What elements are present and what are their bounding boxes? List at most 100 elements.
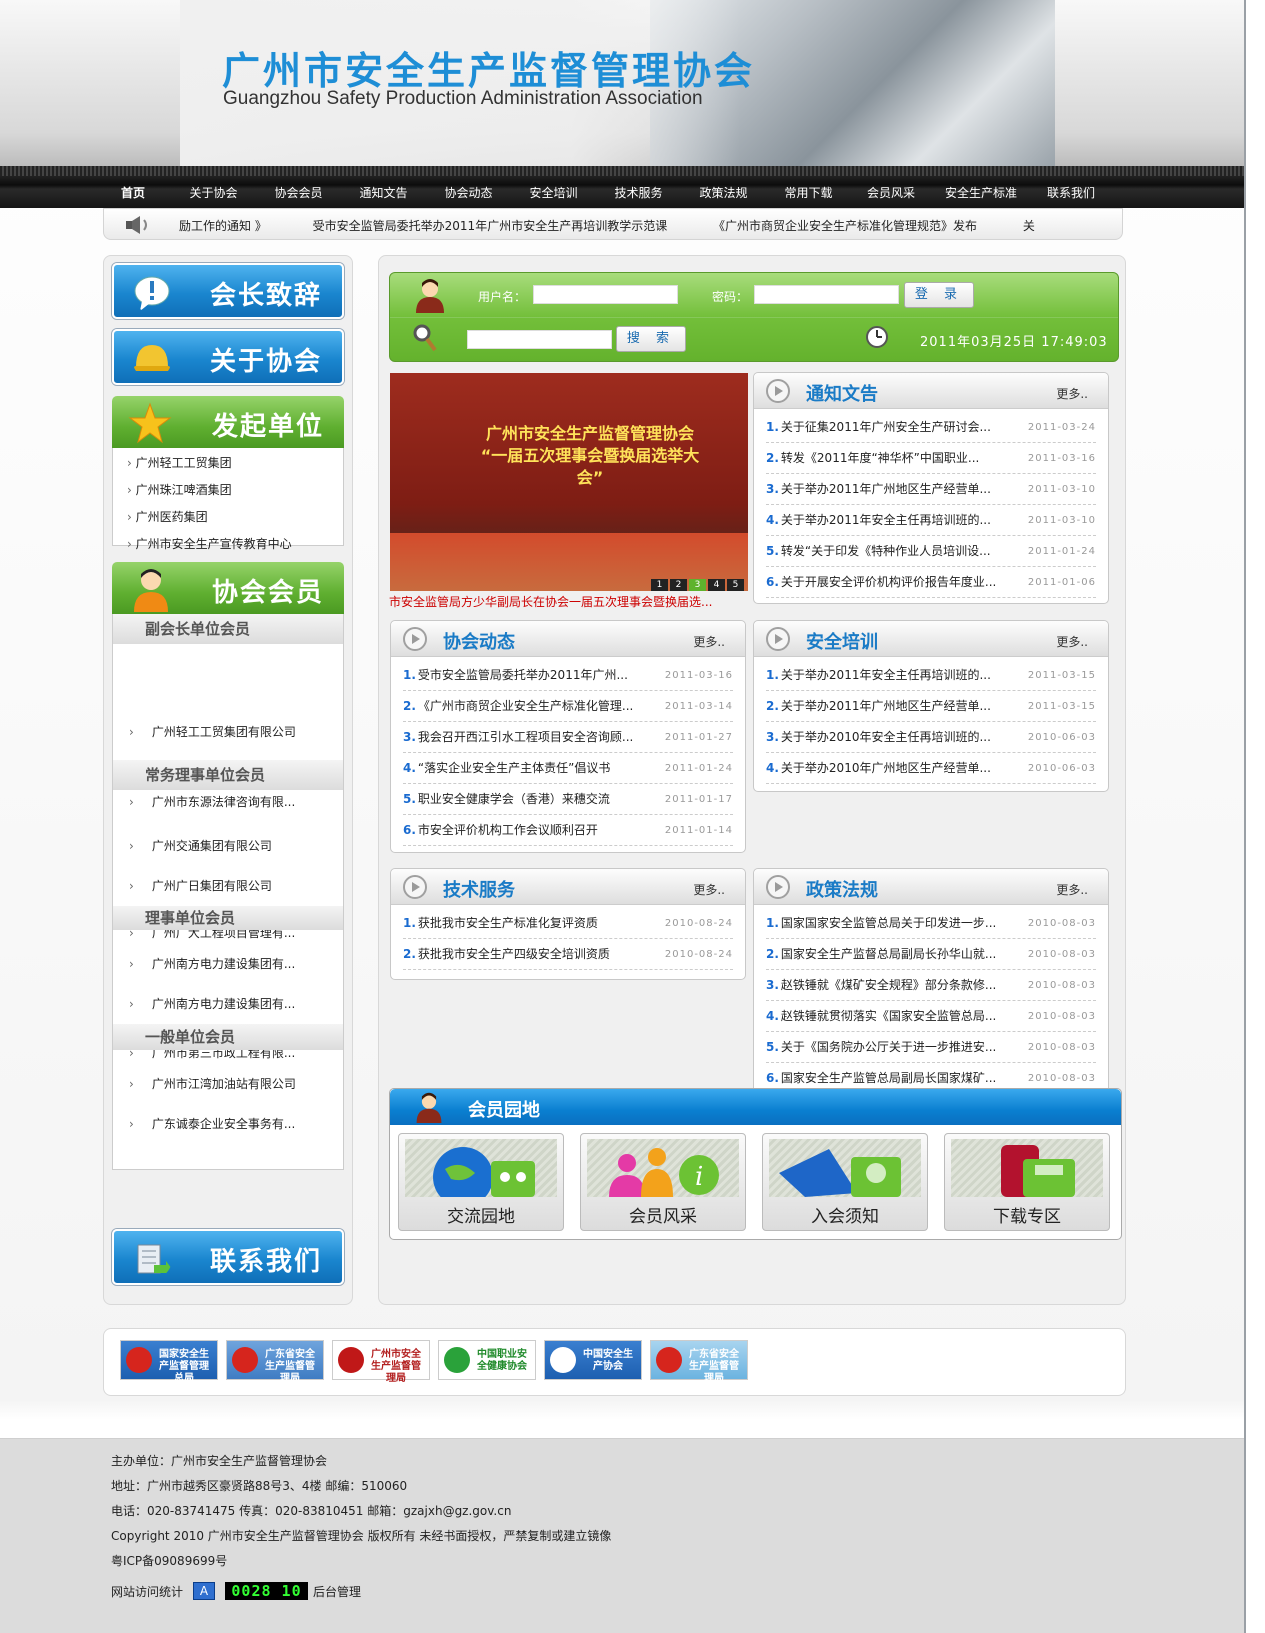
- list-item[interactable]: 1. 关于征集2011年广州安全生产研讨会... 2011-03-24: [766, 412, 1096, 443]
- partner-logo-link[interactable]: 广东省安全生产监督管理局: [650, 1340, 748, 1384]
- list-item[interactable]: 5. 转发“关于印发《特种作业人员培训设... 2011-01-24: [766, 536, 1096, 567]
- president-speech-button[interactable]: 会长致辞: [112, 263, 344, 319]
- arrow-circle-icon: [403, 875, 427, 899]
- member-item[interactable]: › 广州市江湾加油站有限公司: [113, 1064, 343, 1104]
- national-emblem-icon: [126, 1347, 152, 1373]
- list-item[interactable]: 1. 关于举办2011年安全主任再培训班的... 2011-03-15: [766, 660, 1096, 691]
- slide-page-2[interactable]: 2: [670, 579, 687, 591]
- list-item[interactable]: 5. 关于《国务院办公厅关于进一步推进安... 2010-08-03: [766, 1032, 1096, 1063]
- site-header: 广州市安全生产监督管理协会 Guangzhou Safety Productio…: [0, 0, 1244, 166]
- stats-label: 网站访问统计: [111, 1585, 184, 1599]
- member-item[interactable]: › 广州交通集团有限公司: [113, 826, 343, 866]
- nav-members[interactable]: 协会会员: [256, 180, 341, 206]
- current-datetime: 2011年03月25日 17:49:03: [920, 335, 1108, 350]
- more-link[interactable]: 更多..: [1056, 385, 1088, 402]
- member-item[interactable]: › 广州南方电力建设集团有...: [113, 984, 343, 1024]
- founder-item[interactable]: 广州轻工工贸集团: [127, 452, 343, 479]
- member-item[interactable]: › 广州广大工程项目管理有...: [113, 930, 343, 944]
- list-item[interactable]: 5. 职业安全健康学会（香港）来穗交流 2011-01-17: [403, 784, 733, 815]
- nav-downloads[interactable]: 常用下载: [766, 180, 851, 206]
- partner-logo-link[interactable]: 广东省安全生产监督管理局: [226, 1340, 324, 1384]
- list-item[interactable]: 1. 国家国家安全监管总局关于印发进一步... 2010-08-03: [766, 908, 1096, 939]
- list-item[interactable]: 3. 关于举办2010年安全主任再培训班的... 2010-06-03: [766, 722, 1096, 753]
- search-input[interactable]: [467, 330, 612, 349]
- more-link[interactable]: 更多..: [1056, 881, 1088, 898]
- list-item[interactable]: 3. 赵铁锤就《煤矿安全规程》部分条款修... 2010-08-03: [766, 970, 1096, 1001]
- admin-link[interactable]: 后台管理: [313, 1583, 361, 1600]
- star-icon: [128, 402, 172, 444]
- password-input[interactable]: [754, 285, 899, 304]
- exchange-forum-tile[interactable]: 交流园地: [398, 1133, 564, 1231]
- list-item[interactable]: 2. 获批我市安全生产四级安全培训资质 2010-08-24: [403, 939, 733, 970]
- list-item[interactable]: 4. 关于举办2010年广州地区生产经营单... 2010-06-03: [766, 753, 1096, 784]
- founder-item[interactable]: 广州医药集团: [127, 506, 343, 533]
- ticker-item[interactable]: 受市安全监管局委托举办2011年广州市安全生产再培训教学示范课: [313, 219, 668, 233]
- nav-news[interactable]: 协会动态: [426, 180, 511, 206]
- list-item[interactable]: 4. 赵铁锤就贯彻落实《国家安全监管总局... 2010-08-03: [766, 1001, 1096, 1032]
- stats-icon[interactable]: A: [193, 1582, 215, 1600]
- news-slideshow-image[interactable]: 广州市安全生产监督管理协会 “一届五次理事会暨换届选举大会” 1 2 3 4 5: [390, 373, 748, 591]
- nav-policy[interactable]: 政策法规: [681, 180, 766, 206]
- partner-logo-link[interactable]: 国家安全生产监督管理总局: [120, 1340, 218, 1384]
- partner-logo-link[interactable]: 广州市安全生产监督管理局: [332, 1340, 430, 1384]
- nav-about[interactable]: 关于协会: [171, 180, 256, 206]
- list-item[interactable]: 1. 获批我市安全生产标准化复评资质 2010-08-24: [403, 908, 733, 939]
- founder-item[interactable]: 广州珠江啤酒集团: [127, 479, 343, 506]
- nav-standards[interactable]: 安全生产标准: [931, 180, 1031, 206]
- slide-page-1[interactable]: 1: [651, 579, 668, 591]
- partner-logo-link[interactable]: 中国职业安全健康协会: [438, 1340, 536, 1380]
- nav-contact[interactable]: 联系我们: [1031, 180, 1111, 206]
- member-item[interactable]: › 广州南方电力建设集团有...: [113, 944, 343, 984]
- member-group-title: 一般单位会员: [113, 1024, 343, 1050]
- membership-guide-tile[interactable]: 入会须知: [762, 1133, 928, 1231]
- people-info-icon: i: [609, 1148, 719, 1197]
- ticker-item[interactable]: 关: [1023, 219, 1035, 233]
- list-item[interactable]: 2. 转发《2011年度“神华杯”中国职业... 2011-03-16: [766, 443, 1096, 474]
- slide-caption[interactable]: 市安全监管局方少华副局长在协会一届五次理事会暨换届选...: [389, 593, 749, 610]
- partner-logo-link[interactable]: 中国安全生产协会: [544, 1340, 642, 1380]
- globe-chat-icon: [433, 1147, 535, 1207]
- ticker-item[interactable]: 《广州市商贸企业安全生产标准化管理规范》发布: [713, 219, 977, 233]
- partner-logos: 国家安全生产监督管理总局 广东省安全生产监督管理局 广州市安全生产监督管理局 中…: [103, 1328, 1126, 1396]
- list-item[interactable]: 2. 国家安全生产监督总局副局长孙华山就... 2010-08-03: [766, 939, 1096, 970]
- list-item[interactable]: 4. 关于举办2011年安全主任再培训班的... 2011-03-10: [766, 505, 1096, 536]
- contact-us-button[interactable]: 联系我们: [112, 1229, 344, 1285]
- login-button[interactable]: 登 录: [904, 282, 974, 308]
- members-header: 协会会员: [112, 562, 344, 614]
- list-item[interactable]: 6. 市安全评价机构工作会议顺利召开 2011-01-14: [403, 815, 733, 846]
- list-item[interactable]: 4. “落实企业安全生产主体责任”倡议书 2011-01-24: [403, 753, 733, 784]
- member-item[interactable]: › 广州市第三市政工程有限...: [113, 1050, 343, 1064]
- member-item[interactable]: › 广州轻工工贸集团有限公司: [113, 712, 343, 752]
- footer-icp[interactable]: 粤ICP备09089699号: [111, 1552, 227, 1569]
- list-item[interactable]: 3. 关于举办2011年广州地区生产经营单... 2011-03-10: [766, 474, 1096, 505]
- list-item[interactable]: 2. 《广州市商贸企业安全生产标准化管理... 2011-03-14: [403, 691, 733, 722]
- member-item[interactable]: › 广州广日集团有限公司: [113, 866, 343, 906]
- founders-header: 发起单位: [112, 396, 344, 448]
- slide-page-4[interactable]: 4: [708, 579, 725, 591]
- nav-tech[interactable]: 技术服务: [596, 180, 681, 206]
- more-link[interactable]: 更多..: [1056, 633, 1088, 650]
- nav-training[interactable]: 安全培训: [511, 180, 596, 206]
- national-emblem-icon: [656, 1347, 682, 1373]
- site-footer: 主办单位：广州市安全生产监督管理协会 地址：广州市越秀区豪贤路88号3、4楼 邮…: [0, 1438, 1244, 1633]
- about-association-button[interactable]: 关于协会: [112, 329, 344, 385]
- member-item[interactable]: › 广东诚泰企业安全事务有...: [113, 1104, 343, 1144]
- list-item[interactable]: 2. 关于举办2011年广州地区生产经营单... 2011-03-15: [766, 691, 1096, 722]
- list-item[interactable]: 1. 受市安全监管局委托举办2011年广州... 2011-03-16: [403, 660, 733, 691]
- list-item[interactable]: 3. 我会召开西江引水工程项目安全咨询顾... 2011-01-27: [403, 722, 733, 753]
- nav-notices[interactable]: 通知文告: [341, 180, 426, 206]
- member-item[interactable]: › 广州市东源法律咨询有限...: [113, 790, 343, 826]
- search-button[interactable]: 搜 索: [616, 326, 686, 352]
- ticker-item[interactable]: 励工作的通知 》: [179, 219, 267, 233]
- member-showcase-tile[interactable]: i 会员风采: [580, 1133, 746, 1231]
- download-zone-tile[interactable]: 下载专区: [944, 1133, 1110, 1231]
- more-link[interactable]: 更多..: [693, 633, 725, 650]
- slide-page-5[interactable]: 5: [727, 579, 744, 591]
- slide-page-3[interactable]: 3: [689, 579, 706, 591]
- nav-showcase[interactable]: 会员风采: [851, 180, 931, 206]
- founder-item[interactable]: 广州市安全生产宣传教育中心: [127, 533, 343, 560]
- more-link[interactable]: 更多..: [693, 881, 725, 898]
- list-item[interactable]: 6. 关于开展安全评价机构评价报告年度业... 2011-01-06: [766, 567, 1096, 598]
- username-input[interactable]: [533, 285, 678, 304]
- nav-home[interactable]: 首页: [95, 180, 171, 206]
